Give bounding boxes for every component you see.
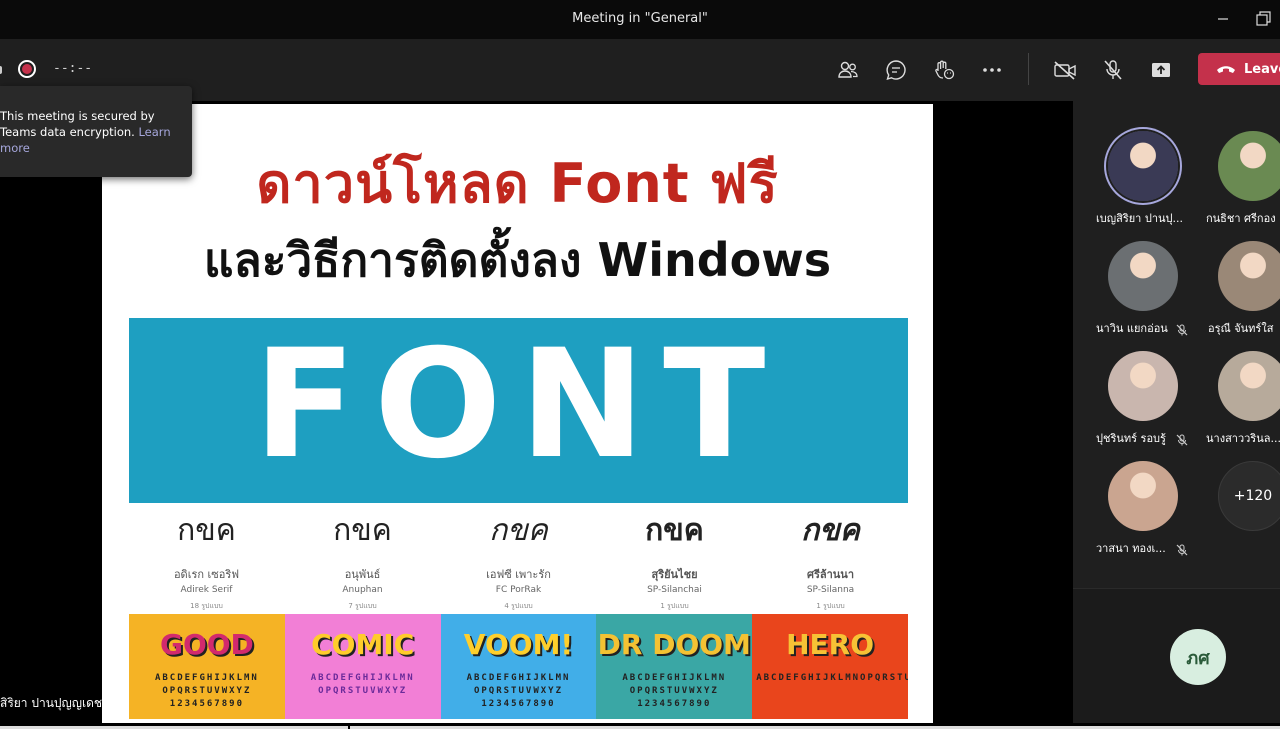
participant-avatar <box>1218 241 1280 311</box>
minimize-icon <box>1218 18 1228 20</box>
mic-off-icon <box>1176 321 1188 336</box>
more-actions-button[interactable] <box>977 55 1007 85</box>
font-tile-good: GOOD ABCDEFGHIJKLMN OPQRSTUVWXYZ 1234567… <box>129 614 285 719</box>
tile-title: COMIC <box>311 628 415 661</box>
sample-count: 4 รูปแบบ <box>504 602 533 610</box>
sample-thai-name: อดิเรก เซอริฟ <box>173 568 240 581</box>
more-icon <box>983 68 1001 72</box>
chat-button[interactable] <box>881 55 911 85</box>
share-icon <box>1152 63 1170 77</box>
toast-text: This meeting is secured by Teams data en… <box>0 109 155 139</box>
participant-name: นาวิน แยกอ่อน <box>1096 322 1168 335</box>
participants-button[interactable] <box>833 55 863 85</box>
tile-alphabet: ABCDEFGHIJKLMN OPQRSTUVWXYZ 1234567890 <box>154 673 259 709</box>
tile-alphabet: ABCDEFGHIJKLMN OPQRSTUVWXYZ <box>310 673 415 696</box>
shared-slide: ดาวน์โหลด Font ฟรี และวิธีการติดตั้งลง W… <box>102 104 933 723</box>
mic-off-icon <box>1104 60 1122 80</box>
participant-avatar <box>1108 461 1178 531</box>
my-avatar[interactable]: ภศ <box>1170 629 1226 685</box>
font-tiles: GOOD ABCDEFGHIJKLMN OPQRSTUVWXYZ 1234567… <box>129 614 908 723</box>
chat-icon <box>886 60 906 81</box>
share-screen-button[interactable] <box>1146 55 1176 85</box>
leave-button[interactable]: Leave <box>1198 53 1280 85</box>
sample-glyph: กขค <box>177 513 236 548</box>
participants-icon <box>838 61 858 78</box>
toolbar-divider <box>1028 53 1029 85</box>
phone-icon <box>1217 66 1235 73</box>
sample-thai-name: อนุพันธ์ <box>344 568 381 581</box>
participant-avatar <box>1108 351 1178 421</box>
sample-latin-name: FC PorRak <box>495 585 542 595</box>
raise-hand-icon <box>935 60 955 80</box>
more-participants-button[interactable]: +120 <box>1218 461 1280 531</box>
participant-name: วาสนา ทองเ... <box>1096 542 1166 555</box>
participant-name: เบญสิริยา ปานปุ... <box>1096 212 1184 225</box>
sample-thai-name: สุริยันไชย <box>651 568 698 581</box>
sample-glyph: กขค <box>801 513 860 548</box>
toolbar-edge-indicator <box>0 66 2 74</box>
font-tile-comic: COMIC ABCDEFGHIJKLMN OPQRSTUVWXYZ <box>284 614 441 719</box>
leave-label: Leave <box>1244 61 1280 77</box>
participant-avatar <box>1108 241 1178 311</box>
title-bar: Meeting in "General" <box>0 0 1280 39</box>
minimize-button[interactable] <box>1212 8 1234 30</box>
sample-glyph: กขค <box>333 513 392 548</box>
font-banner: FONT <box>129 318 908 503</box>
participant-avatar <box>1218 351 1280 421</box>
banner-text: FONT <box>253 318 784 492</box>
font-samples: กขค อดิเรก เซอริฟ Adirek Serif 18 รูปแบบ… <box>129 503 908 614</box>
participant-name: กนธิชา ศรีกอง <box>1206 212 1276 225</box>
mic-off-icon <box>1176 541 1188 556</box>
sample-latin-name: Anuphan <box>342 585 383 595</box>
sample-count: 7 รูปแบบ <box>348 602 377 610</box>
camera-off-icon <box>1054 61 1076 80</box>
sample-thai-name: เอฟซี เพาะรัก <box>486 568 551 581</box>
participant-name: ปุชรินทร์ รอบรู้ <box>1096 432 1166 445</box>
participant-avatar <box>1218 131 1280 201</box>
presenter-name: สิริยา ปานปุญญเดช <box>0 696 103 710</box>
bottom-edge <box>0 723 1280 729</box>
sample-glyph: กขค <box>489 513 548 548</box>
font-tile-voom: VOOM! ABCDEFGHIJKLMN OPQRSTUVWXYZ 123456… <box>440 614 597 719</box>
sample-count: 18 รูปแบบ <box>190 602 223 610</box>
sample-latin-name: SP-Silanna <box>806 585 855 595</box>
restore-icon <box>1256 11 1271 26</box>
sample-glyph: กขค <box>645 513 704 548</box>
encryption-toast: This meeting is secured by Teams data en… <box>0 86 192 177</box>
slide-title-line2: และวิธีการติดตั้งลง Windows <box>203 233 832 287</box>
tile-alphabet: ABCDEFGHIJKLMN OPQRSTUVWXYZ 1234567890 <box>622 673 727 709</box>
camera-toggle-button[interactable] <box>1050 55 1080 85</box>
meeting-toolbar: --:-- Leave <box>0 39 1280 101</box>
reactions-button[interactable] <box>929 55 959 85</box>
tile-title: DR DOOM <box>597 628 751 661</box>
meeting-timer: --:-- <box>53 61 93 76</box>
sample-latin-name: SP-Silanchai <box>647 585 702 595</box>
participant-name: อรุณี จันทร์ใส <box>1208 322 1274 335</box>
mic-off-icon <box>1176 431 1188 446</box>
tile-title: GOOD <box>159 628 254 661</box>
recording-icon <box>18 60 36 78</box>
tile-alphabet: ABCDEFGHIJKLMNOPQRSTUVWXYZ <box>756 673 908 683</box>
sample-count: 1 รูปแบบ <box>816 602 845 610</box>
slide-title-line1: ดาวน์โหลด Font ฟรี <box>256 152 779 215</box>
font-tile-hero: HERO ABCDEFGHIJKLMNOPQRSTUVWXYZ <box>752 614 908 719</box>
font-tile-dr-doom: DR DOOM ABCDEFGHIJKLMN OPQRSTUVWXYZ 1234… <box>596 614 753 719</box>
window-title: Meeting in "General" <box>572 11 708 26</box>
sample-count: 1 รูปแบบ <box>660 602 689 610</box>
mic-toggle-button[interactable] <box>1098 55 1128 85</box>
participant-avatar <box>1108 131 1178 201</box>
sample-latin-name: Adirek Serif <box>180 585 233 595</box>
participant-name: นางสาววรินล... <box>1206 432 1280 445</box>
tile-title: HERO <box>786 628 875 661</box>
tile-title: VOOM! <box>463 628 574 661</box>
maximize-button[interactable] <box>1252 8 1274 30</box>
sample-thai-name: ศรีล้านนา <box>806 568 855 581</box>
tile-alphabet: ABCDEFGHIJKLMN OPQRSTUVWXYZ 1234567890 <box>466 673 571 709</box>
